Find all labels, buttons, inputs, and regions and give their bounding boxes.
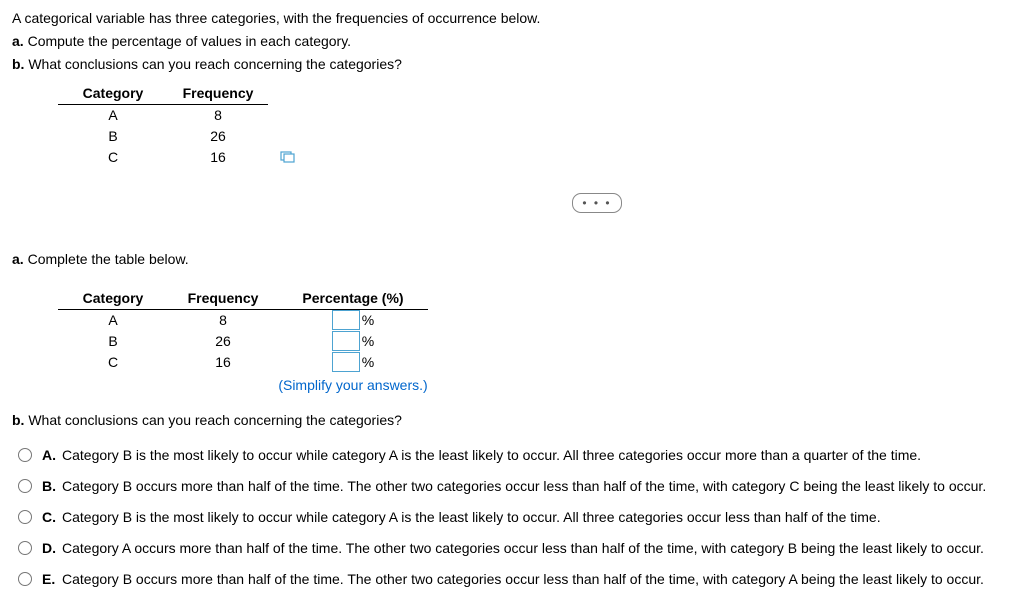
option-a[interactable]: A. Category B is the most likely to occu…	[18, 445, 1012, 466]
radio-b[interactable]	[18, 479, 32, 493]
radio-d[interactable]	[18, 541, 32, 555]
table-row: B 26	[58, 126, 268, 147]
part-b-prompt: b. What conclusions can you reach concer…	[12, 410, 1012, 431]
option-d[interactable]: D. Category A occurs more than half of t…	[18, 538, 1012, 559]
table-row: A 8 %	[58, 310, 428, 331]
table-header-frequency: Frequency	[168, 83, 268, 104]
radio-c[interactable]	[18, 510, 32, 524]
option-c[interactable]: C. Category B is the most likely to occu…	[18, 507, 1012, 528]
percentage-input-a[interactable]	[332, 310, 360, 330]
intro-line-3: b. What conclusions can you reach concer…	[12, 54, 1012, 75]
part-a-prompt: a. Complete the table below.	[12, 249, 1012, 270]
answer-table: Category Frequency Percentage (%) A 8 % …	[58, 288, 428, 396]
table-row: A 8	[58, 105, 268, 126]
answer-header-frequency: Frequency	[168, 288, 278, 309]
table-row: C 16 %	[58, 352, 428, 373]
percentage-input-c[interactable]	[332, 352, 360, 372]
popout-icon[interactable]	[280, 148, 296, 169]
dots-icon: • • •	[582, 197, 611, 209]
intro-line-1: A categorical variable has three categor…	[12, 8, 1012, 29]
answer-header-category: Category	[58, 288, 168, 309]
more-options-button[interactable]: • • •	[572, 193, 622, 213]
table-row: C 16	[58, 147, 268, 168]
table-row: B 26 %	[58, 331, 428, 352]
radio-e[interactable]	[18, 572, 32, 586]
answer-header-percentage: Percentage (%)	[278, 288, 428, 309]
option-e[interactable]: E. Category B occurs more than half of t…	[18, 569, 1012, 590]
intro-line-2: a. Compute the percentage of values in e…	[12, 31, 1012, 52]
option-b[interactable]: B. Category B occurs more than half of t…	[18, 476, 1012, 497]
frequency-table: Category Frequency A 8 B 26 C 16	[58, 83, 268, 168]
simplify-hint: (Simplify your answers.)	[278, 375, 428, 396]
problem-statement: A categorical variable has three categor…	[12, 8, 1012, 75]
radio-a[interactable]	[18, 448, 32, 462]
percentage-input-b[interactable]	[332, 331, 360, 351]
table-header-category: Category	[58, 83, 168, 104]
